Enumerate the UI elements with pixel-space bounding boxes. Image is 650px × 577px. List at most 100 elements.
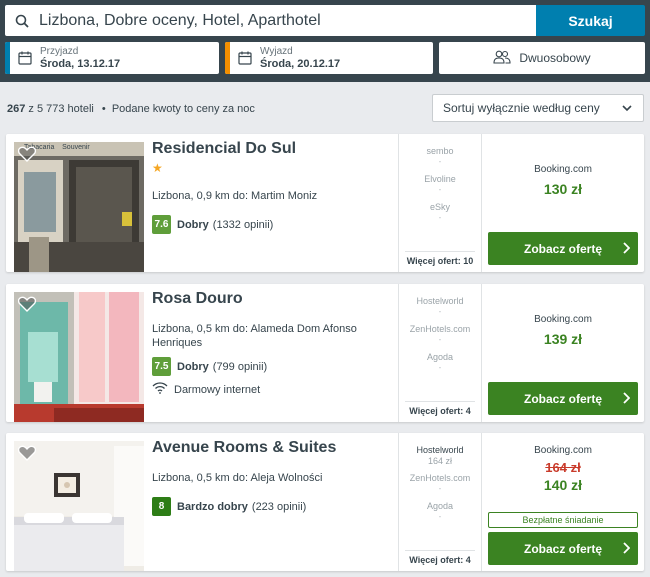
divider [405,251,475,252]
other-offers[interactable]: Hostelworld - ZenHotels.com - Agoda - Wi… [398,284,482,422]
results-count: 267 z 5 773 hoteli [7,103,94,115]
results-count-number: 267 [7,103,26,115]
offer-separator: - [438,335,442,344]
price-note-text: Podane kwoty to ceny za noc [111,103,255,115]
checkout-date: Środa, 20.12.17 [260,58,341,70]
room-type-field[interactable]: Dwuosobowy [439,42,645,74]
search-row: Lizbona, Dobre oceny, Hotel, Aparthotel … [5,5,645,36]
calendar-icon [10,42,40,74]
sort-selected: Sortuj wyłącznie według ceny [443,101,600,115]
deal-provider: Booking.com [534,314,592,325]
sort-dropdown[interactable]: Sortuj wyłącznie według ceny [432,94,644,122]
offer-site: Hostelworld [416,445,464,455]
heart-icon[interactable] [17,445,37,466]
rating-score: 8 [152,497,171,516]
offer-separator: - [438,363,442,372]
hotel-photo[interactable]: Tabacaria Souvenir [14,142,144,272]
review-count[interactable]: (1332 opinii) [213,219,274,231]
view-deal-label: Zobacz ofertę [523,241,602,256]
view-deal-button[interactable]: Zobacz ofertę [488,382,638,415]
other-offers[interactable]: Hostelworld 164 zł ZenHotels.com - Agoda… [398,433,482,571]
hotel-name[interactable]: Avenue Rooms & Suites [152,439,387,457]
heart-icon[interactable] [17,146,37,167]
rating-label: Dobry [177,360,209,373]
best-deal: Booking.com 139 zł Zobacz ofertę [488,284,638,422]
offer-site: ZenHotels.com [409,473,471,483]
offer-price: 164 zł [427,456,453,466]
checkin-date: Środa, 13.12.17 [40,58,121,70]
search-query: Lizbona, Dobre oceny, Hotel, Aparthotel [39,11,321,29]
hotel-card[interactable]: Tabacaria Souvenir Residencial Do Sul ★ … [6,134,644,272]
deal-price: 140 zł [543,477,583,493]
offer-site: eSky [429,202,450,212]
chevron-right-icon [622,392,631,407]
checkin-text: Przyjazd Środa, 13.12.17 [40,42,120,74]
divider [405,550,475,551]
offer-site: sembo [426,146,454,156]
offer-separator: - [438,157,442,166]
search-header: Lizbona, Dobre oceny, Hotel, Aparthotel … [0,0,650,82]
offer-separator: - [438,213,442,222]
hotel-photo[interactable] [14,441,144,571]
offer-site: Elvoline [424,174,456,184]
checkout-text: Wyjazd Środa, 20.12.17 [260,42,340,74]
deal-price: 130 zł [543,181,583,197]
more-offers-link[interactable]: Więcej ofert: 10 [399,256,481,266]
view-deal-button[interactable]: Zobacz ofertę [488,232,638,265]
dates-row: Przyjazd Środa, 13.12.17 Wyjazd Środa, 2… [5,42,645,74]
hotel-location: Lizbona, 0,5 km do: Alameda Dom Afonso H… [152,323,357,349]
hotel-photo[interactable] [14,292,144,422]
offer-separator: - [438,512,442,521]
hotel-card[interactable]: Rosa Douro Lizbona, 0,5 km do: Alameda D… [6,284,644,422]
checkin-field[interactable]: Przyjazd Środa, 13.12.17 [5,42,219,74]
hotel-info: Rosa Douro Lizbona, 0,5 km do: Alameda D… [152,290,387,397]
hotel-rating: 8 Bardzo dobry (223 opinii) [152,497,387,516]
deal-provider: Booking.com [534,445,592,456]
offer-site: Agoda [426,501,454,511]
guests-icon [493,50,511,67]
wifi-icon [152,382,168,397]
more-offers-link[interactable]: Więcej ofert: 4 [399,406,481,416]
chevron-right-icon [622,242,631,257]
amenity-wifi: Darmowy internet [152,382,387,397]
hotel-info: Residencial Do Sul ★ Lizbona, 0,9 km do:… [152,140,387,234]
chevron-down-icon [621,102,633,117]
offer-site: ZenHotels.com [409,324,471,334]
search-input[interactable]: Lizbona, Dobre oceny, Hotel, Aparthotel [5,5,536,36]
offer-separator: - [438,484,442,493]
review-count[interactable]: (799 opinii) [213,361,267,373]
rating-score: 7.5 [152,357,171,376]
offer-site: Agoda [426,352,454,362]
hotel-card[interactable]: Avenue Rooms & Suites Lizbona, 0,5 km do… [6,433,644,571]
rating-label: Bardzo dobry [177,500,248,513]
results-bar: 267 z 5 773 hoteli • Podane kwoty to cen… [0,82,650,136]
more-offers-link[interactable]: Więcej ofert: 4 [399,555,481,565]
offer-separator: - [438,185,442,194]
rating-score: 7.6 [152,215,171,234]
deal-price: 139 zł [543,331,583,347]
old-price: 164 zł [545,460,581,475]
checkout-label: Wyjazd [260,46,293,57]
hotel-location: Lizbona, 0,5 km do: Aleja Wolności [152,472,323,484]
calendar-icon [230,42,260,74]
hotel-name[interactable]: Residencial Do Sul [152,140,387,158]
price-note: • Podane kwoty to ceny za noc [101,103,255,115]
hotel-rating: 7.6 Dobry (1332 opinii) [152,215,387,234]
hotel-location: Lizbona, 0,9 km do: Martim Moniz [152,190,318,202]
checkout-field[interactable]: Wyjazd Środa, 20.12.17 [225,42,433,74]
heart-icon[interactable] [17,296,37,317]
view-deal-label: Zobacz ofertę [523,541,602,556]
hotel-rating: 7.5 Dobry (799 opinii) [152,357,387,376]
rating-label: Dobry [177,218,209,231]
review-count[interactable]: (223 opinii) [252,501,306,513]
view-deal-button[interactable]: Zobacz ofertę [488,532,638,565]
best-deal: Booking.com 130 zł Zobacz ofertę [488,134,638,272]
chevron-right-icon [622,542,631,557]
offer-separator: - [438,307,442,316]
search-button[interactable]: Szukaj [536,5,645,36]
free-breakfast-badge: Bezpłatne śniadanie [488,512,638,528]
other-offers[interactable]: sembo - Elvoline - eSky - Więcej ofert: … [398,134,482,272]
deal-provider: Booking.com [534,164,592,175]
hotel-name[interactable]: Rosa Douro [152,290,387,308]
room-type-label: Dwuosobowy [519,51,591,65]
